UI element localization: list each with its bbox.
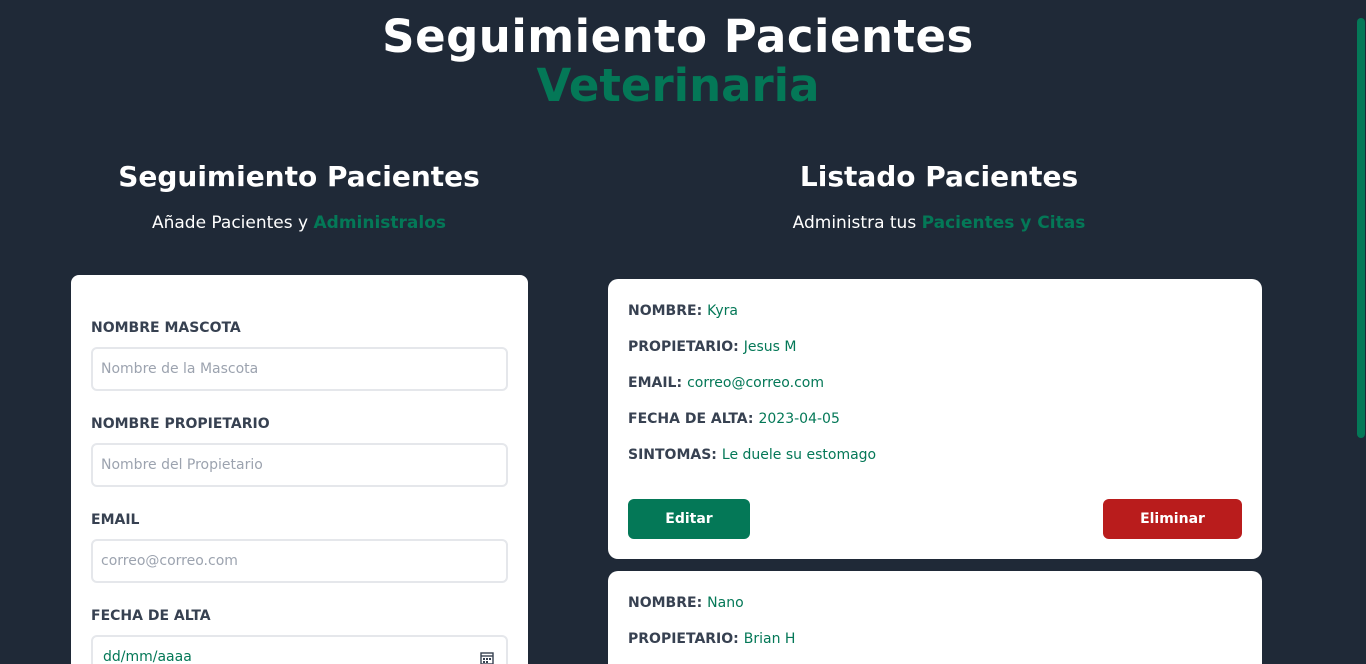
date-label: Fecha de Alta (91, 608, 211, 624)
date-input[interactable]: dd/mm/aaaa (91, 635, 508, 664)
list-subtitle-prefix: Administra tus (792, 213, 922, 233)
form-section-title: Seguimiento Pacientes (118, 160, 480, 193)
form-section-subtitle: Añade Pacientes y Administralos (70, 213, 528, 233)
pet-name-label: Nombre Mascota (91, 320, 241, 336)
email-input[interactable] (91, 539, 508, 583)
patient-email-row: Email: correo@correo.com (628, 373, 1242, 393)
patient-name-label: Nombre: (628, 595, 703, 611)
patient-email-value: correo@correo.com (687, 375, 824, 391)
patient-name-row: Nombre: Nano (628, 593, 1242, 613)
pet-name-field: Nombre Mascota (91, 319, 508, 391)
date-placeholder: dd/mm/aaaa (103, 649, 192, 664)
patient-date-label: Fecha de Alta: (628, 411, 754, 427)
owner-name-label: Nombre Propietario (91, 416, 270, 432)
patient-form: Nombre Mascota Nombre Propietario Email … (71, 275, 528, 664)
patient-symptoms-row: Sintomas: Le duele su estomago (628, 445, 1242, 465)
owner-name-input[interactable] (91, 443, 508, 487)
patient-owner-row: Propietario: Brian H (628, 629, 1242, 649)
delete-button[interactable]: Eliminar (1103, 499, 1242, 539)
app-title-accent: Veterinaria (536, 59, 820, 112)
form-section-header: Seguimiento Pacientes Añade Pacientes y … (70, 160, 528, 234)
edit-button[interactable]: Editar (628, 499, 750, 539)
patient-date-value: 2023-04-05 (758, 411, 840, 427)
patient-owner-row: Propietario: Jesus M (628, 337, 1242, 357)
patient-date-row: Fecha de Alta: 2023-04-05 (628, 409, 1242, 429)
patient-name-label: Nombre: (628, 303, 703, 319)
calendar-icon[interactable] (480, 651, 494, 664)
patient-owner-value: Brian H (743, 631, 796, 647)
list-section-title: Listado Pacientes (799, 160, 1079, 193)
patient-symptoms-value: Le duele su estomago (721, 447, 877, 463)
email-field: Email (91, 511, 508, 583)
patient-symptoms-label: Sintomas: (628, 447, 717, 463)
pet-name-input[interactable] (91, 347, 508, 391)
patient-name-row: Nombre: Kyra (628, 301, 1242, 321)
patient-card: Nombre: Kyra Propietario: Jesus M Email: co… (608, 279, 1262, 559)
page-scrollbar[interactable] (1356, 0, 1366, 664)
patient-card: Nombre: Nano Propietario: Brian H (608, 571, 1262, 664)
patient-name-value: Nano (707, 595, 744, 611)
patient-name-value: Kyra (707, 303, 738, 319)
form-subtitle-prefix: Añade Pacientes y (151, 213, 314, 233)
owner-name-field: Nombre Propietario (91, 415, 508, 487)
scrollbar-thumb[interactable] (1357, 18, 1365, 438)
email-label: Email (91, 512, 140, 528)
patient-owner-label: Propietario: (628, 339, 739, 355)
list-subtitle-accent: Pacientes y Citas (921, 213, 1086, 233)
list-section-header: Listado Pacientes Administra tus Pacient… (608, 160, 1270, 234)
form-subtitle-accent: Administralos (313, 213, 447, 233)
app-title: Seguimiento Pacientes Veterinaria (0, 14, 1356, 115)
patient-owner-value: Jesus M (743, 339, 797, 355)
date-field: Fecha de Alta dd/mm/aaaa (91, 607, 508, 664)
list-section-subtitle: Administra tus Pacientes y Citas (608, 213, 1270, 233)
patient-owner-label: Propietario: (628, 631, 739, 647)
patient-email-label: Email: (628, 375, 683, 391)
patient-actions: Editar Eliminar (628, 499, 1242, 539)
